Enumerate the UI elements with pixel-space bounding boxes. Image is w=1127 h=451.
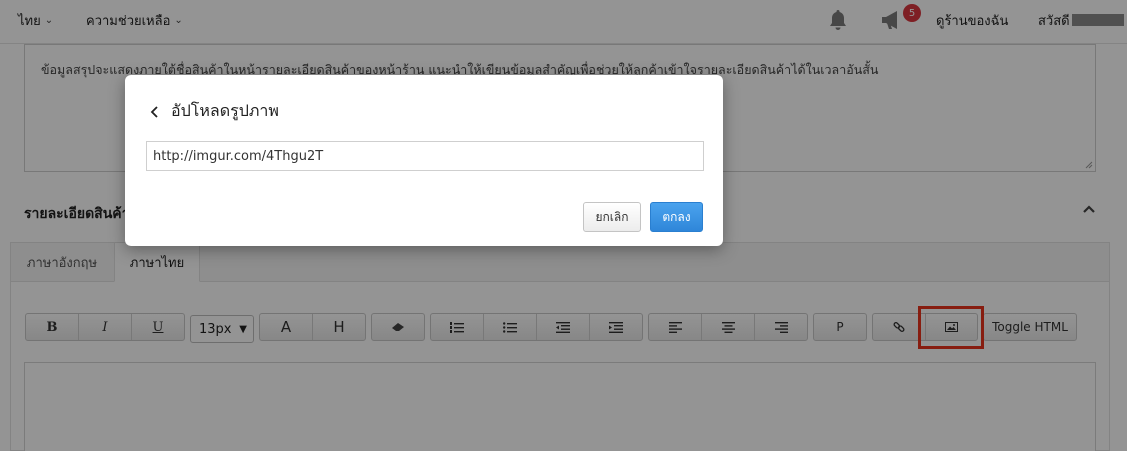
modal-header: อัปโหลดรูปภาพ — [149, 99, 279, 124]
upload-image-modal: อัปโหลดรูปภาพ ยกเลิก ตกลง — [125, 75, 723, 246]
image-url-input[interactable] — [146, 141, 704, 171]
chevron-left-icon[interactable] — [149, 104, 161, 120]
modal-title: อัปโหลดรูปภาพ — [171, 101, 279, 120]
cancel-button[interactable]: ยกเลิก — [583, 202, 641, 232]
ok-button[interactable]: ตกลง — [650, 202, 703, 232]
